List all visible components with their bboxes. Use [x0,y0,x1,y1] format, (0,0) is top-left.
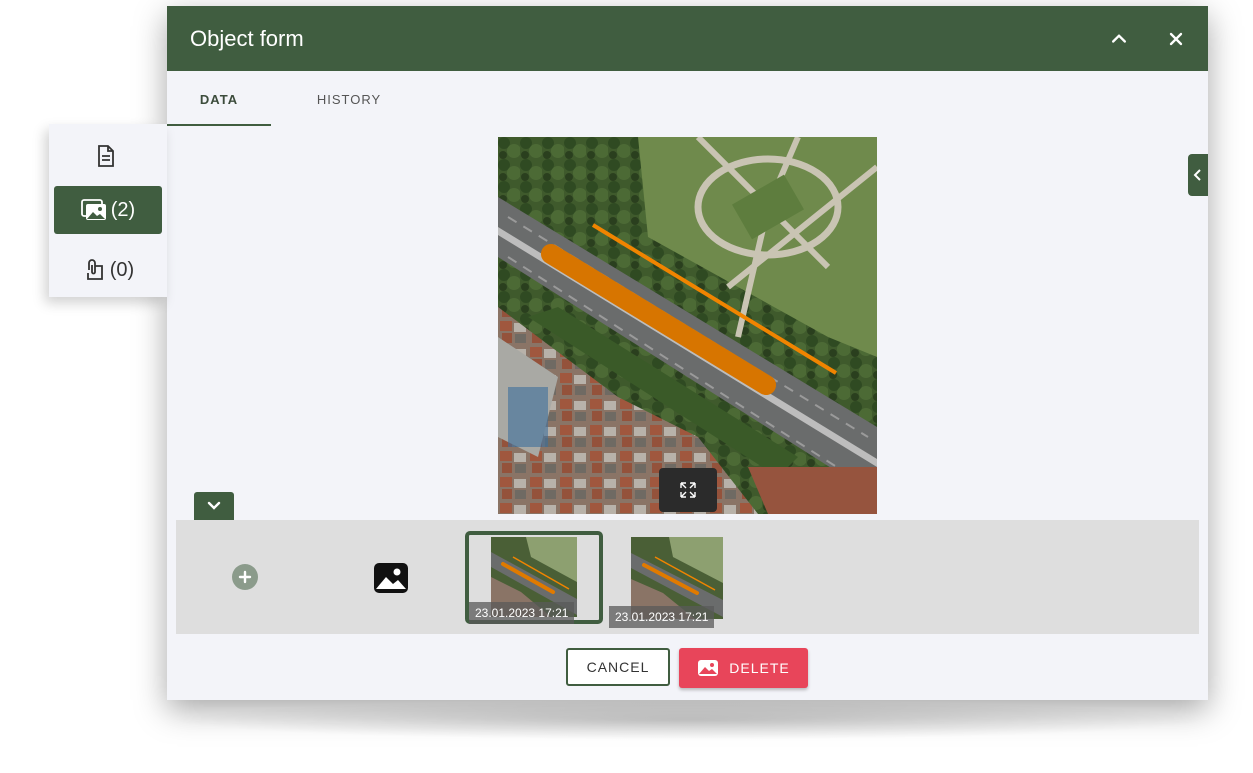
document-icon [98,145,114,167]
delete-button-label: DELETE [729,660,790,676]
side-panel: (2) (0) [49,124,167,297]
aerial-photo-image [498,137,877,514]
tab-bar: DATA HISTORY [167,71,1208,127]
backdrop-shadow [168,700,1208,740]
photo-thumbnail[interactable]: 23.01.2023 17:21 [465,531,603,624]
tab-history[interactable]: HISTORY [297,71,401,127]
attachment-icon [86,259,103,280]
object-form-dialog: Object form DATA HISTORY 23.01.2023 17:2… [167,6,1208,700]
chevron-down-icon[interactable] [194,492,234,520]
tab-data[interactable]: DATA [167,71,271,127]
side-item-attachments[interactable]: (0) [54,246,162,294]
delete-button[interactable]: DELETE [679,648,808,688]
active-tab-indicator [167,124,271,126]
gallery-image-icon[interactable] [373,562,409,594]
dialog-title: Object form [190,26,304,51]
add-photo-icon[interactable] [232,564,258,590]
cancel-button[interactable]: CANCEL [566,648,670,686]
close-icon[interactable] [1161,24,1191,54]
photo-thumbnail[interactable]: 23.01.2023 17:21 [609,532,741,628]
image-icon [80,199,106,220]
side-item-count: (0) [109,258,135,281]
side-item-images[interactable]: (2) [54,186,162,234]
photo-gallery-strip: 23.01.2023 17:21 23.01.2023 17:21 [176,520,1199,634]
chevron-up-icon[interactable] [1104,24,1134,54]
expand-icon[interactable] [659,468,717,512]
image-icon [698,660,719,676]
thumbnail-caption: 23.01.2023 17:21 [609,606,715,628]
dialog-header: Object form [167,6,1208,71]
side-item-count: (2) [110,198,136,221]
chevron-left-icon[interactable] [1188,154,1208,196]
thumbnail-caption: 23.01.2023 17:21 [469,602,575,624]
side-item-documents[interactable] [54,132,162,180]
main-photo[interactable] [498,137,877,514]
